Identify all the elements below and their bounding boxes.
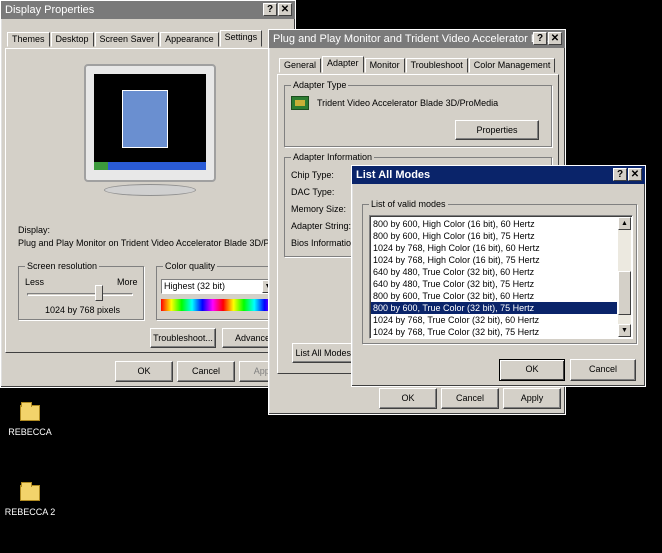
color-quality-value: Highest (32 bit) (164, 281, 226, 291)
valid-modes-label: List of valid modes (369, 199, 448, 209)
adapter-type-group: Adapter Type Trident Video Accelerator B… (284, 80, 552, 147)
cancel-button[interactable]: Cancel (441, 388, 499, 409)
mode-list-item[interactable]: 640 by 480, True Color (32 bit), 75 Hert… (371, 278, 617, 290)
mode-list-item[interactable]: 1024 by 768, True Color (32 bit), 75 Her… (371, 326, 617, 338)
memory-size-label: Memory Size: (291, 204, 347, 214)
tab-general[interactable]: General (279, 58, 322, 73)
folder-icon (20, 402, 40, 421)
color-quality-select[interactable]: Highest (32 bit) ▼ (161, 279, 275, 294)
display-properties-titlebar[interactable]: Display Properties ? ✕ (1, 1, 295, 19)
tab-appearance[interactable]: Appearance (160, 32, 219, 47)
video-card-icon (291, 96, 309, 110)
tab-settings[interactable]: Settings (219, 30, 263, 47)
folder-icon (20, 482, 40, 501)
valid-modes-group: List of valid modes 800 by 600, High Col… (362, 199, 637, 344)
mode-list-item[interactable]: 800 by 600, High Color (16 bit), 75 Hert… (371, 230, 617, 242)
mode-list-item[interactable]: 800 by 600, High Color (16 bit), 60 Hert… (371, 218, 617, 230)
adapter-info-label: Adapter Information (291, 152, 375, 162)
scroll-up-icon[interactable]: ▲ (618, 217, 631, 230)
help-button[interactable]: ? (613, 168, 627, 181)
desktop-icon-label: REBECCA (8, 427, 52, 437)
mode-list-item[interactable]: 1024 by 768, High Color (16 bit), 60 Her… (371, 242, 617, 254)
color-quality-group: Color quality Highest (32 bit) ▼ (156, 261, 286, 320)
tab-color-management[interactable]: Color Management (468, 58, 556, 73)
resolution-slider-track (27, 293, 133, 296)
resolution-less-label: Less (25, 277, 45, 287)
chip-type-label: Chip Type: (291, 170, 334, 180)
window-title: Display Properties (5, 4, 95, 16)
desktop-icon-rebecca[interactable]: REBECCA (0, 402, 60, 437)
help-button[interactable]: ? (533, 32, 547, 45)
mode-list-item[interactable]: 1024 by 768, High Color (16 bit), 75 Her… (371, 254, 617, 266)
tab-troubleshoot[interactable]: Troubleshoot (405, 58, 468, 73)
desktop-icon-rebecca-2[interactable]: REBECCA 2 (0, 482, 60, 517)
tab-screen-saver[interactable]: Screen Saver (94, 32, 160, 47)
apply-button[interactable]: Apply (503, 388, 561, 409)
troubleshoot-button[interactable]: Troubleshoot... (150, 328, 216, 348)
adapter-type-label: Adapter Type (291, 80, 349, 90)
display-properties-window: Display Properties ? ✕ Themes Desktop Sc… (0, 0, 302, 388)
list-all-modes-titlebar[interactable]: List All Modes ? ✕ (352, 166, 645, 184)
resolution-more-label: More (117, 277, 138, 287)
cancel-button[interactable]: Cancel (177, 361, 235, 382)
scroll-down-icon[interactable]: ▼ (618, 324, 631, 337)
tab-desktop[interactable]: Desktop (50, 32, 94, 47)
resolution-value: 1024 by 768 pixels (45, 305, 121, 315)
cancel-button[interactable]: Cancel (570, 359, 636, 381)
tab-themes[interactable]: Themes (7, 32, 50, 47)
window-title: List All Modes (356, 169, 431, 181)
modes-scrollbar[interactable]: ▲ ▼ (618, 217, 631, 337)
mode-list-item[interactable]: 640 by 480, True Color (32 bit), 60 Hert… (371, 266, 617, 278)
monitor-stand (104, 184, 196, 196)
ok-button[interactable]: OK (499, 359, 565, 381)
window-title: Plug and Play Monitor and Trident Video … (273, 33, 556, 45)
tab-monitor[interactable]: Monitor (364, 58, 405, 73)
display-value: Plug and Play Monitor on Trident Video A… (18, 238, 302, 248)
ok-button[interactable]: OK (379, 388, 437, 409)
mode-list-item[interactable]: 800 by 600, True Color (32 bit), 75 Hert… (371, 302, 617, 314)
scrollbar-thumb[interactable] (618, 271, 631, 315)
ok-button[interactable]: OK (115, 361, 173, 382)
settings-panel: Display: Plug and Play Monitor on Triden… (5, 48, 302, 353)
monitor-screen (94, 74, 206, 170)
color-spectrum-bar (161, 299, 275, 311)
tab-adapter[interactable]: Adapter (322, 56, 364, 73)
adapter-properties-titlebar[interactable]: Plug and Play Monitor and Trident Video … (269, 30, 565, 48)
resolution-slider-thumb[interactable] (95, 285, 103, 301)
close-button[interactable]: ✕ (278, 3, 292, 16)
modes-listbox[interactable]: 800 by 600, High Color (16 bit), 60 Hert… (369, 215, 633, 339)
display-label: Display: (18, 225, 51, 235)
adapter-string-label: Adapter String: (291, 221, 352, 231)
adapter-name: Trident Video Accelerator Blade 3D/ProMe… (317, 98, 499, 108)
monitor-preview (84, 64, 216, 182)
properties-button[interactable]: Properties (455, 120, 539, 140)
color-quality-label: Color quality (163, 261, 218, 271)
desktop-icon-label: REBECCA 2 (4, 507, 56, 517)
list-all-modes-dialog: List All Modes ? ✕ List of valid modes 8… (351, 165, 646, 387)
close-button[interactable]: ✕ (548, 32, 562, 45)
mode-list-item[interactable]: 800 by 600, True Color (32 bit), 60 Hert… (371, 290, 617, 302)
help-button[interactable]: ? (263, 3, 277, 16)
bios-info-label: Bios Information: (291, 238, 359, 248)
close-button[interactable]: ✕ (628, 168, 642, 181)
screen-resolution-group: Screen resolution Less More 1024 by 768 … (18, 261, 144, 320)
screen-resolution-label: Screen resolution (25, 261, 100, 271)
mode-list-item[interactable]: 1024 by 768, True Color (32 bit), 60 Her… (371, 314, 617, 326)
dac-type-label: DAC Type: (291, 187, 335, 197)
